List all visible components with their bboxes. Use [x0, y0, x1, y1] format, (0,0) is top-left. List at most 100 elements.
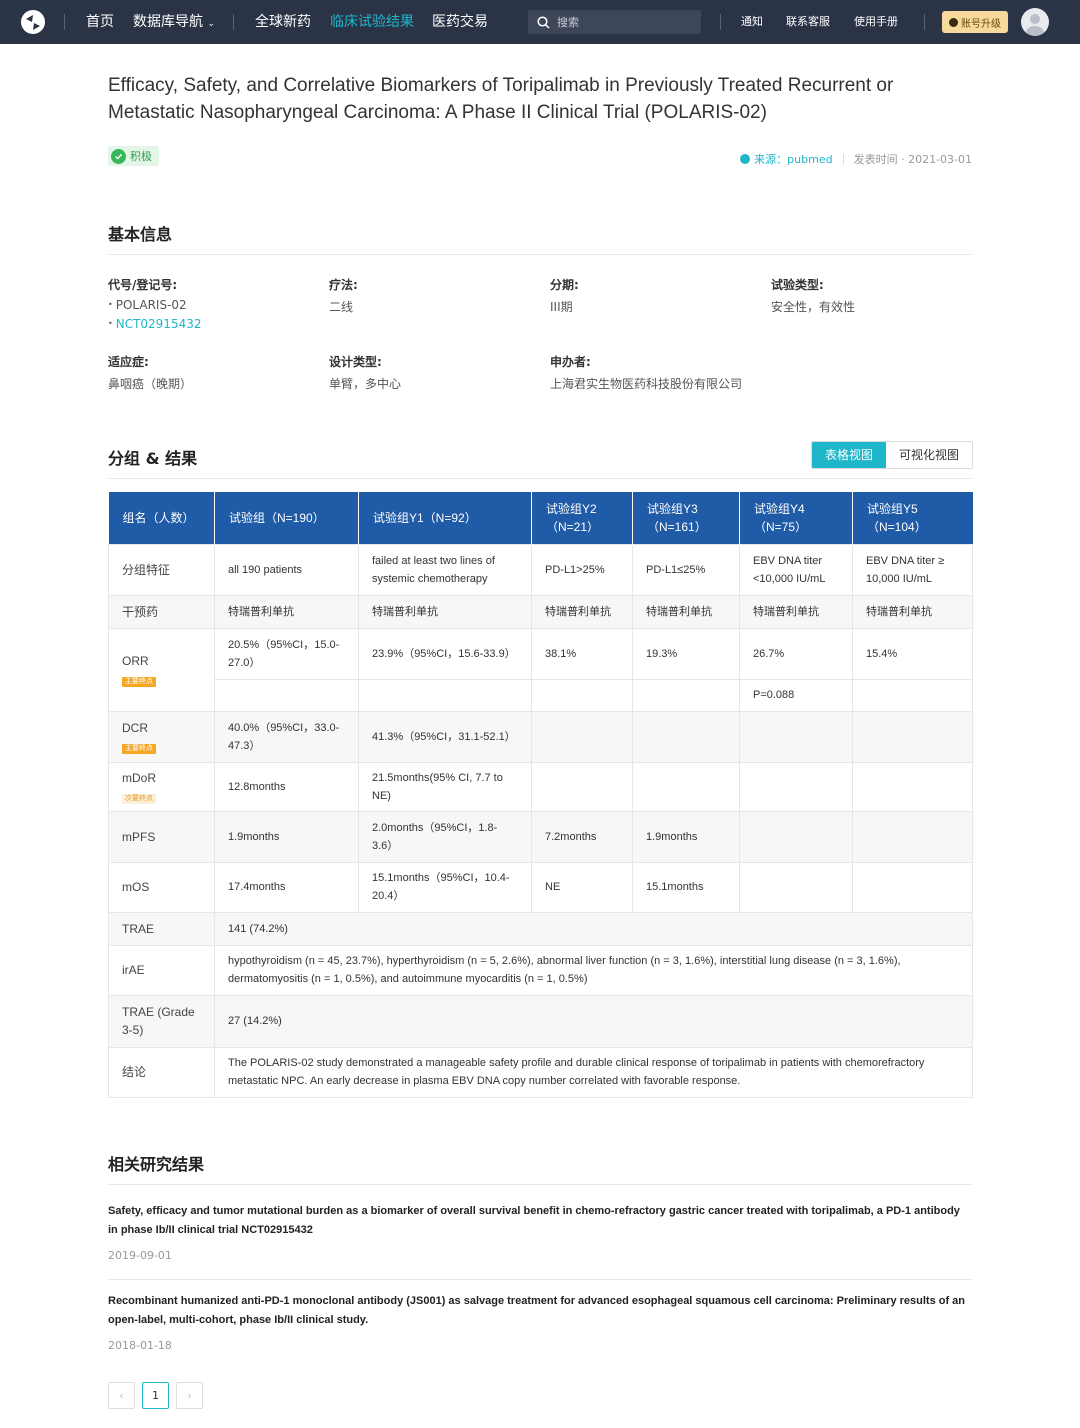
table-cell: 特瑞普利单抗: [214, 594, 359, 629]
status-badge: 积极: [108, 146, 159, 166]
nav-divider: [720, 14, 721, 30]
related-item-title[interactable]: Safety, efficacy and tumor mutational bu…: [108, 1202, 972, 1240]
row-name: DCR: [122, 720, 148, 735]
nav-clinical-results[interactable]: 临床试验结果: [330, 12, 414, 32]
field-label-sponsor: 申办者:: [550, 355, 591, 369]
related-item-date: 2018-01-18: [108, 1339, 172, 1352]
table-cell: [852, 761, 973, 812]
pager-prev-button[interactable]: ‹: [108, 1382, 135, 1409]
field-value-design: 单臂，多中心: [329, 377, 402, 391]
p-value-cell: P=0.088: [739, 678, 853, 712]
search-placeholder: 搜索: [557, 16, 579, 29]
table-cell: 7.2months: [531, 810, 633, 863]
table-cell: [632, 710, 740, 763]
table-row: ORR 主要终点 20.5%（95%CI，15.0-27.0） 23.9%（95…: [108, 627, 973, 712]
source-link[interactable]: 来源：pubmed: [740, 151, 833, 167]
table-cell: all 190 patients: [214, 543, 359, 596]
section-title-results: 分组 & 结果: [108, 449, 198, 468]
table-cell: [739, 710, 853, 763]
table-cell: 特瑞普利单抗: [358, 594, 532, 629]
page-title: Efficacy, Safety, and Correlative Biomar…: [108, 75, 894, 123]
divider: [108, 1279, 972, 1280]
table-cell: 12.8months: [214, 761, 359, 812]
chart-view-button[interactable]: 可视化视图: [886, 442, 973, 468]
logo-icon[interactable]: [20, 9, 46, 35]
table-cell: 141 (74.2%): [214, 911, 973, 946]
column-header: 试验组（N=190）: [214, 492, 359, 544]
table-cell: PD-L1>25%: [531, 543, 633, 596]
pager-page-button[interactable]: 1: [142, 1382, 169, 1409]
upgrade-button[interactable]: 账号升级: [942, 11, 1008, 33]
nav-divider: [64, 14, 65, 30]
column-header: 试验组Y3（N=161）: [632, 492, 740, 544]
table-cell: 15.4%: [852, 627, 973, 680]
nav-global-drugs[interactable]: 全球新药: [255, 12, 311, 32]
table-cell: hypothyroidism (n = 45, 23.7%), hyperthy…: [214, 944, 973, 996]
table-cell: [531, 710, 633, 763]
divider: [108, 1184, 972, 1185]
row-name: TRAE (Grade 3-5): [108, 994, 215, 1048]
shield-check-icon: [111, 148, 126, 164]
registry-link[interactable]: NCT02915432: [108, 317, 202, 331]
table-cell: 23.9%（95%CI，15.6-33.9）: [358, 627, 532, 680]
row-name: 结论: [108, 1046, 215, 1098]
section-title-related: 相关研究结果: [108, 1155, 205, 1174]
endpoint-badge: 次要终点: [122, 793, 156, 804]
verified-icon: [740, 154, 751, 164]
manual-link[interactable]: 使用手册: [854, 14, 898, 30]
related-item-date: 2019-09-01: [108, 1249, 172, 1262]
table-cell: 17.4months: [214, 861, 359, 913]
table-cell: 特瑞普利单抗: [531, 594, 633, 629]
support-link[interactable]: 联系客服: [786, 14, 830, 30]
pager-next-button[interactable]: ›: [176, 1382, 203, 1409]
table-cell: [852, 861, 973, 913]
table-cell: [852, 678, 973, 712]
field-label-design: 设计类型:: [329, 355, 382, 369]
table-cell: [632, 678, 740, 712]
field-label-indication: 适应症:: [108, 355, 149, 369]
row-name: mPFS: [108, 810, 215, 863]
meta-divider: [842, 153, 844, 165]
table-cell: [852, 710, 973, 763]
field-label-code: 代号/登记号:: [108, 278, 178, 292]
table-cell: [214, 678, 359, 712]
table-cell: 20.5%（95%CI，15.0-27.0）: [214, 627, 359, 680]
table-view-button[interactable]: 表格视图: [812, 442, 887, 468]
nav-database[interactable]: 数据库导航 ⌄: [133, 12, 215, 34]
table-cell: [531, 761, 633, 812]
column-header: 试验组Y2（N=21）: [531, 492, 633, 544]
endpoint-badge: 主要终点: [122, 676, 156, 687]
table-cell: [358, 678, 532, 712]
nav-pharma-deals[interactable]: 医药交易: [432, 12, 488, 32]
table-cell: 15.1months: [632, 861, 740, 913]
table-row: DCR 主要终点 40.0%（95%CI，33.0-47.3） 41.3%（95…: [108, 710, 973, 763]
table-row: mDoR 次要终点 12.8months 21.5months(95% CI, …: [108, 761, 973, 812]
field-value-indication: 鼻咽癌（晚期）: [108, 377, 193, 391]
column-header: 试验组Y4（N=75）: [739, 492, 853, 544]
table-cell: [739, 861, 853, 913]
table-cell: [632, 761, 740, 812]
table-cell: [739, 761, 853, 812]
table-cell: failed at least two lines of systemic ch…: [358, 543, 532, 596]
table-cell: 15.1months（95%CI，10.4-20.4）: [358, 861, 532, 913]
field-value-phase: III期: [550, 300, 573, 314]
table-cell: 1.9months: [632, 810, 740, 863]
related-item-title[interactable]: Recombinant humanized anti-PD-1 monoclon…: [108, 1292, 972, 1330]
table-cell: EBV DNA titer ≥ 10,000 IU/mL: [852, 543, 973, 596]
table-cell: 41.3%（95%CI，31.1-52.1）: [358, 710, 532, 763]
table-row: irAE hypothyroidism (n = 45, 23.7%), hyp…: [108, 944, 973, 996]
nav-home[interactable]: 首页: [86, 12, 114, 32]
notifications-link[interactable]: 通知: [741, 14, 763, 30]
row-name: mOS: [108, 861, 215, 913]
search-input[interactable]: 搜索: [528, 10, 701, 34]
avatar[interactable]: [1021, 8, 1049, 36]
row-name: mDoR: [122, 770, 157, 785]
table-cell: EBV DNA titer <10,000 IU/mL: [739, 543, 853, 596]
top-navbar: 首页 数据库导航 ⌄ 全球新药 临床试验结果 医药交易 搜索 通知 联系客服 使…: [0, 0, 1080, 44]
search-icon: [537, 15, 550, 29]
table-cell: 21.5months(95% CI, 7.7 to NE): [358, 761, 532, 812]
field-value-code: POLARIS-02: [108, 298, 187, 312]
row-name-cell: ORR 主要终点: [108, 627, 215, 712]
field-value-trial-type: 安全性，有效性: [771, 300, 856, 314]
table-cell: [531, 678, 633, 712]
